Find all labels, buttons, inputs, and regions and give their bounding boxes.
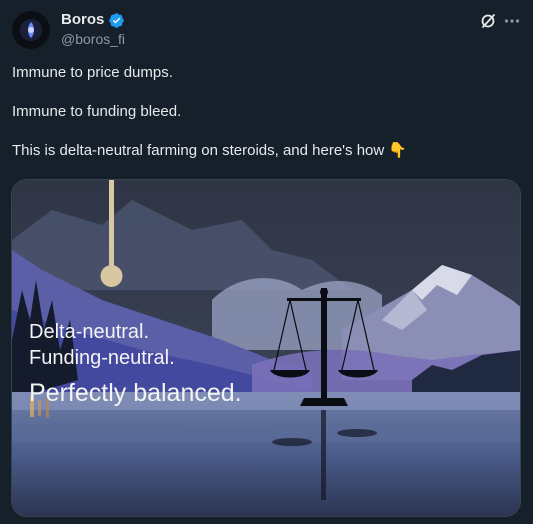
overlay-line: Funding-neutral.: [29, 347, 175, 369]
boros-logo-icon: [20, 19, 42, 41]
tweet-media-image[interactable]: Delta-neutral. Funding-neutral. Perfectl…: [11, 179, 521, 517]
grok-icon: [481, 14, 495, 28]
overlay-line: Perfectly balanced.: [29, 379, 242, 407]
tweet-text: Immune to price dumps. Immune to funding…: [12, 63, 522, 180]
display-name[interactable]: Boros: [61, 11, 104, 29]
verified-badge-icon[interactable]: [108, 12, 125, 29]
grok-button[interactable]: [478, 11, 498, 31]
more-dots-icon: [504, 19, 520, 23]
author-header: Boros: [61, 11, 125, 29]
more-button[interactable]: [502, 11, 522, 31]
tweet-line: Immune to funding bleed.: [12, 103, 182, 120]
user-handle[interactable]: @boros_fi: [61, 31, 125, 47]
avatar[interactable]: [12, 11, 50, 49]
tweet-line: Immune to price dumps.: [12, 64, 173, 81]
overlay-line: Delta-neutral.: [29, 321, 150, 343]
tweet-line: This is delta-neutral farming on steroid…: [12, 142, 408, 159]
